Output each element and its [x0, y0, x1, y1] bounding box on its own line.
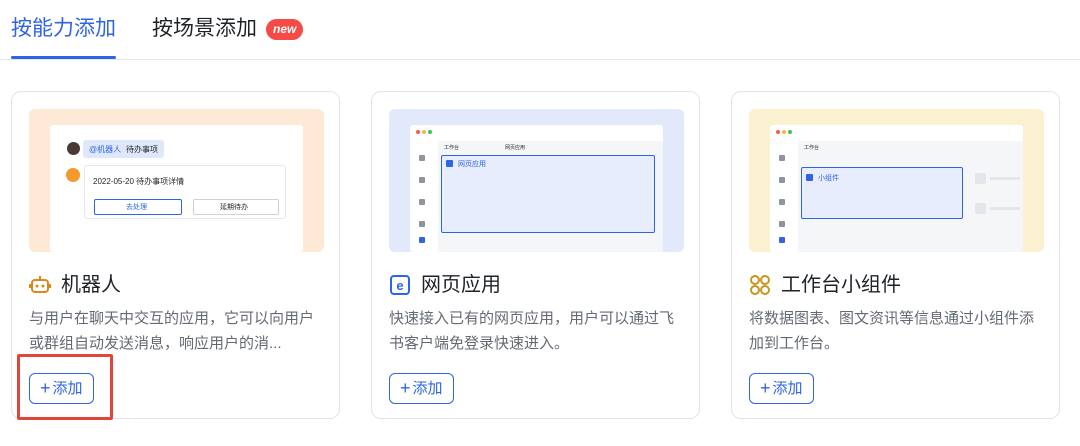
placeholder-line	[990, 177, 1020, 180]
card-title: 工作台小组件	[781, 274, 901, 296]
window-dot-green	[428, 130, 432, 134]
sidebar-calendar-icon	[419, 177, 425, 183]
window-dot-yellow	[782, 130, 786, 134]
mention-text: @机器人	[89, 145, 122, 154]
panel-label: 小组件	[818, 175, 839, 182]
placeholder-line	[990, 207, 1020, 210]
sidebar-chat-icon	[779, 155, 785, 161]
task-detail-text: 2022-05-20 待办事项详情	[93, 177, 185, 186]
sidebar-mail-icon	[779, 221, 785, 227]
plus-icon: +	[40, 378, 51, 398]
window-dot-red	[776, 130, 780, 134]
mock-handle-label: 去处理	[126, 204, 147, 211]
panel-square-icon	[446, 160, 453, 167]
avatar	[67, 142, 80, 155]
sidebar-mail-icon	[419, 221, 425, 227]
card-title: 机器人	[61, 274, 121, 296]
svg-text:e: e	[396, 278, 403, 293]
card-title-row: 机器人	[29, 270, 121, 300]
placeholder-thumb	[975, 203, 986, 214]
card-title: 网页应用	[421, 274, 501, 296]
web-app-preview-image: 工作台 网页应用 网页应用	[389, 109, 684, 252]
sidebar-apps-icon	[779, 237, 785, 243]
card-description: 与用户在聊天中交互的应用，它可以向用户或群组自动发送消息，响应用户的消...	[29, 310, 315, 352]
window-dot-red	[416, 130, 420, 134]
widget-icon	[750, 275, 770, 295]
task-title-text: 待办事项	[126, 145, 158, 154]
window-dot-yellow	[422, 130, 426, 134]
add-robot-button[interactable]: + 添加	[29, 373, 94, 404]
plus-icon: +	[400, 378, 411, 398]
capability-card-web-app: 工作台 网页应用 网页应用 e 网页应用 快速接入已有的网页应用，用户可以通过飞…	[371, 91, 700, 419]
sidebar-apps-icon	[419, 237, 425, 243]
mock-tab-web: 网页应用	[505, 145, 526, 151]
sidebar-calendar-icon	[779, 177, 785, 183]
robot-preview-image: @机器人 待办事项 2022-05-20 待办事项详情 去处理 延期待办	[29, 109, 324, 252]
capability-card-widget: 工作台 小组件 工作台小组件 将数据图表、图文资讯等信息通过小组件添加到工作台。…	[731, 91, 1060, 419]
web-app-icon: e	[390, 275, 410, 295]
capability-card-robot: @机器人 待办事项 2022-05-20 待办事项详情 去处理 延期待办 机器人…	[11, 91, 340, 419]
panel-square-icon	[806, 174, 813, 181]
card-description: 将数据图表、图文资讯等信息通过小组件添加到工作台。	[749, 310, 1035, 352]
robot-icon	[29, 276, 51, 293]
card-title-row: 工作台小组件	[749, 270, 901, 300]
mock-defer-label: 延期待办	[220, 204, 248, 211]
bot-avatar-icon	[66, 168, 80, 182]
sidebar-chat-icon	[419, 155, 425, 161]
window-dot-green	[788, 130, 792, 134]
widget-preview-image: 工作台 小组件	[749, 109, 1044, 252]
tab-by-ability[interactable]: 按能力添加	[11, 14, 116, 44]
mock-tab-workbench: 工作台	[804, 145, 820, 151]
card-description: 快速接入已有的网页应用，用户可以通过飞书客户端免登录快速进入。	[389, 310, 675, 352]
add-web-app-button[interactable]: + 添加	[389, 373, 454, 404]
add-widget-button[interactable]: + 添加	[749, 373, 814, 404]
browser-window-mock: 工作台 网页应用 网页应用	[410, 125, 663, 252]
active-tab-indicator	[11, 56, 116, 59]
add-label: 添加	[772, 380, 803, 397]
sidebar-docs-icon	[419, 199, 425, 205]
new-badge: new	[266, 19, 304, 40]
mock-tab-workbench: 工作台	[444, 145, 460, 151]
add-label: 添加	[52, 380, 83, 397]
card-title-row: e 网页应用	[389, 270, 501, 300]
chat-window-mock: @机器人 待办事项 2022-05-20 待办事项详情 去处理 延期待办	[50, 125, 303, 252]
placeholder-thumb	[975, 173, 986, 184]
tab-by-scene[interactable]: 按场景添加	[152, 14, 257, 44]
workbench-window-mock: 工作台 小组件	[770, 125, 1023, 252]
plus-icon: +	[760, 378, 771, 398]
add-label: 添加	[412, 380, 443, 397]
panel-label: 网页应用	[458, 161, 486, 168]
sidebar-docs-icon	[779, 199, 785, 205]
tab-bar: 按能力添加 按场景添加 new	[0, 0, 1080, 60]
